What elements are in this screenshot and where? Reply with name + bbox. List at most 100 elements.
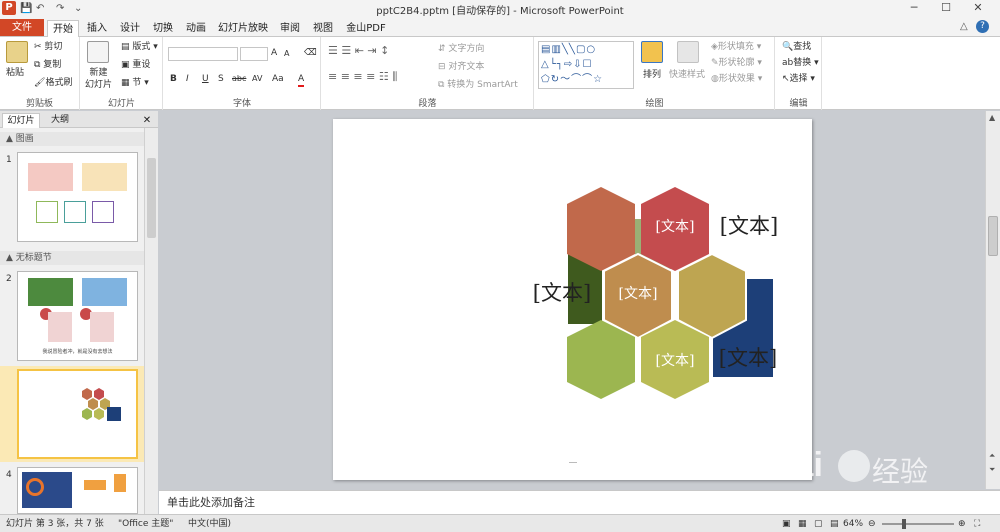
- shadow-button[interactable]: S: [218, 73, 224, 85]
- grow-font-button[interactable]: A: [271, 47, 277, 59]
- zoom-slider[interactable]: [882, 519, 954, 529]
- clear-format-icon[interactable]: ⌫: [304, 47, 317, 59]
- zoom-level[interactable]: 64%: [843, 517, 863, 531]
- arrange-button[interactable]: 排列: [643, 69, 661, 81]
- reading-view-icon[interactable]: ▢: [814, 517, 823, 531]
- section-header-2[interactable]: ▲ 无标题节: [0, 251, 144, 265]
- notes-pane[interactable]: 单击此处添加备注: [159, 490, 1000, 514]
- cut-button[interactable]: ✂ 剪切: [34, 41, 62, 53]
- slide-number-4: 4: [6, 470, 12, 480]
- tab-slideshow[interactable]: 幻灯片放映: [214, 20, 272, 37]
- strikethrough-button[interactable]: abc: [232, 73, 246, 85]
- hex-label-2: [文本]: [656, 219, 695, 235]
- zoom-in-icon[interactable]: ⊕: [958, 517, 966, 531]
- ribbon: 粘贴 ✂ 剪切 ⧉ 复制 🖌格式刷 剪贴板 新建 幻灯片 ▤ 版式 ▾ ▣ 重设…: [0, 37, 1000, 110]
- slide-scroll-up-icon[interactable]: ▲: [989, 113, 995, 122]
- align-text-button[interactable]: ⊟ 对齐文本: [438, 61, 484, 73]
- hex-label-3: [文本]: [619, 286, 658, 302]
- copy-button[interactable]: ⧉ 复制: [34, 59, 61, 71]
- normal-view-icon[interactable]: ▣: [782, 517, 791, 531]
- shape-effects-button[interactable]: ◍形状效果 ▾: [711, 73, 762, 85]
- select-button[interactable]: ↖选择 ▾: [782, 73, 815, 85]
- shrink-font-button[interactable]: A: [284, 48, 289, 60]
- quick-styles-button[interactable]: 快速样式: [669, 69, 705, 81]
- font-color-button[interactable]: A: [298, 73, 305, 87]
- font-name-combo[interactable]: [168, 47, 238, 61]
- editing-group: 🔍查找 ab替换 ▾ ↖选择 ▾ 编辑: [776, 37, 822, 110]
- paste-icon[interactable]: [6, 41, 28, 63]
- scroll-thumb[interactable]: [147, 158, 156, 238]
- minimize-button[interactable]: ─: [900, 0, 928, 16]
- bold-button[interactable]: B: [170, 73, 177, 85]
- language-indicator[interactable]: 中文(中国): [188, 517, 231, 531]
- paste-button[interactable]: 粘贴: [6, 67, 24, 79]
- tab-transitions[interactable]: 切换: [148, 20, 178, 37]
- slideshow-icon[interactable]: ▤: [830, 517, 839, 531]
- clipboard-group: 粘贴 ✂ 剪切 ⧉ 复制 🖌格式刷 剪贴板: [0, 37, 80, 110]
- thumb1-box-teal: [64, 201, 86, 223]
- maximize-button[interactable]: ☐: [932, 0, 960, 16]
- select-icon: ↖: [782, 74, 790, 84]
- layout-label: 版式: [132, 42, 151, 52]
- underline-button[interactable]: U: [202, 73, 209, 85]
- tab-review[interactable]: 审阅: [275, 20, 305, 37]
- paragraph-group: ☰ ☰ ⇤ ⇥ ↕ ≡ ≡ ≡ ≡ ☷ ⫼ ⇵ 文字方向 ⊟ 对齐文本 ⧉ 转换…: [322, 37, 534, 110]
- change-case-button[interactable]: Aa: [272, 73, 284, 85]
- text-direction-button[interactable]: ⇵ 文字方向: [438, 43, 484, 55]
- bullets-icon[interactable]: ☰ ☰ ⇤ ⇥ ↕: [328, 45, 389, 57]
- thumbnail-scrollbar[interactable]: [144, 128, 158, 514]
- zoom-slider-thumb[interactable]: [902, 519, 906, 529]
- align-icons[interactable]: ≡ ≡ ≡ ≡ ☷ ⫼: [328, 71, 397, 83]
- minimize-ribbon-icon[interactable]: △: [960, 21, 968, 32]
- tab-view[interactable]: 视图: [308, 20, 338, 37]
- quick-styles-icon[interactable]: [677, 41, 699, 63]
- replace-button[interactable]: ab替换 ▾: [782, 57, 819, 69]
- new-slide-button[interactable]: 新建 幻灯片: [85, 67, 112, 91]
- slide-thumbnail-3[interactable]: [17, 369, 138, 459]
- section-header-1[interactable]: ▲ 图画: [0, 132, 144, 146]
- thumb2-image-green: [28, 278, 73, 306]
- smartart-label: 转换为 SmartArt: [447, 80, 518, 90]
- tab-file[interactable]: 文件: [0, 19, 44, 36]
- next-slide-icon[interactable]: ⏷: [989, 465, 995, 475]
- tab-design[interactable]: 设计: [115, 20, 145, 37]
- font-size-combo[interactable]: [240, 47, 268, 61]
- tab-animations[interactable]: 动画: [181, 20, 211, 37]
- char-spacing-button[interactable]: AV: [252, 73, 262, 85]
- reset-button[interactable]: ▣ 重设: [121, 59, 150, 71]
- shapes-gallery[interactable]: ▤▥╲╲▢○ △└┐⇨⇩☐ ⬠↻〜⌒⌒☆: [538, 41, 634, 89]
- slides-group: 新建 幻灯片 ▤ 版式 ▾ ▣ 重设 ▦ 节 ▾ 幻灯片: [81, 37, 163, 110]
- help-icon[interactable]: ?: [976, 20, 989, 33]
- outline-icon: ✎: [711, 58, 719, 68]
- slide-thumbnail-1[interactable]: [17, 152, 138, 242]
- italic-button[interactable]: I: [186, 73, 189, 85]
- tab-slides[interactable]: 幻灯片: [2, 113, 40, 128]
- zoom-out-icon[interactable]: ⊖: [868, 517, 876, 531]
- tab-insert[interactable]: 插入: [82, 20, 112, 37]
- tab-outline[interactable]: 大纲: [44, 113, 76, 128]
- slide-thumbnail-2[interactable]: 我说冒险者冲，就是没有去想法: [17, 271, 138, 361]
- slide-scrollbar[interactable]: ▲ ⏶ ⏷: [985, 111, 1000, 489]
- arrange-icon[interactable]: [641, 41, 663, 63]
- smartart-button[interactable]: ⧉ 转换为 SmartArt: [438, 79, 518, 91]
- tab-home[interactable]: 开始: [47, 20, 79, 38]
- tab-kingsoft-pdf[interactable]: 金山PDF: [341, 20, 391, 37]
- fit-slide-icon[interactable]: ⛶: [974, 517, 980, 531]
- side-label-bottom-right: [文本]: [719, 346, 777, 370]
- prev-slide-icon[interactable]: ⏶: [989, 451, 995, 461]
- layout-button[interactable]: ▤ 版式 ▾: [121, 41, 158, 53]
- slide-scroll-thumb[interactable]: [988, 216, 998, 256]
- close-panel-icon[interactable]: ✕: [140, 113, 154, 128]
- current-slide[interactable]: [文本] [文本] [文本] [文本] [文本] [文本]: [333, 119, 812, 480]
- slide-sorter-icon[interactable]: ▦: [798, 517, 807, 531]
- find-button[interactable]: 🔍查找: [782, 41, 811, 53]
- shape-outline-button[interactable]: ✎形状轮廓 ▾: [711, 57, 762, 69]
- new-slide-icon[interactable]: [87, 41, 109, 63]
- slide-thumbnail-4[interactable]: [17, 467, 138, 514]
- format-painter-button[interactable]: 🖌格式刷: [34, 77, 72, 89]
- close-button[interactable]: ✕: [964, 0, 992, 16]
- replace-icon: ab: [782, 58, 794, 68]
- layout-icon: ▤: [121, 42, 133, 52]
- section-button[interactable]: ▦ 节 ▾: [121, 77, 149, 89]
- shape-fill-button[interactable]: ◈形状填充 ▾: [711, 41, 761, 53]
